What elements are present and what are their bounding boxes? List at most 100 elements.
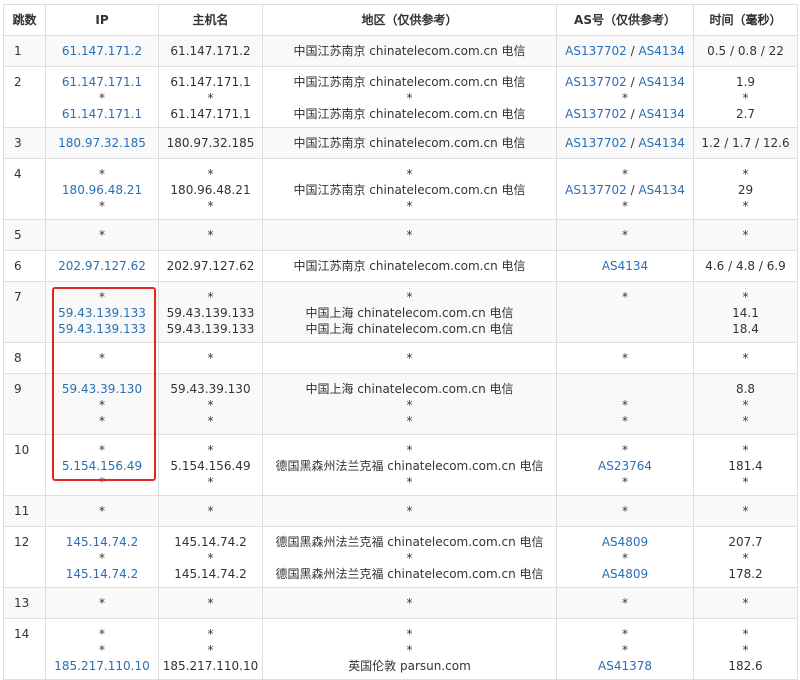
hostname-text: 59.43.139.133 <box>166 322 255 336</box>
ip-link[interactable]: 5.154.156.49 <box>46 458 158 474</box>
hostname-cell: 61.147.171.1 * 61.147.171.1 <box>158 66 263 128</box>
as-text: * <box>622 627 628 641</box>
ip-link[interactable]: 202.97.127.62 <box>46 258 158 274</box>
region-text: 英国伦敦 parsun.com <box>348 659 471 673</box>
latency-text: * <box>742 475 749 489</box>
hostname-cell: 180.97.32.185 <box>158 127 263 159</box>
ip-link[interactable]: 59.43.139.133 <box>46 321 158 337</box>
region-text: * <box>406 627 413 641</box>
hostname-cell: * <box>158 342 263 374</box>
ip-text: * <box>99 643 105 657</box>
region-text: 中国上海 chinatelecom.com.cn 电信 <box>305 382 514 396</box>
ip-cell: * <box>45 495 159 527</box>
as-cell: * <box>556 281 694 343</box>
hostname-cell: * <box>158 219 263 251</box>
as-number-link[interactable]: AS4134 <box>638 107 684 121</box>
as-number-link[interactable]: AS4809 <box>602 567 648 581</box>
latency-cell: * <box>693 495 798 527</box>
ip-link[interactable]: 61.147.171.1 <box>46 106 158 122</box>
as-text: * <box>622 596 628 610</box>
as-text: / <box>626 75 639 89</box>
header-region: 地区（仅供参考） <box>262 4 557 36</box>
latency-cell: 4.6 / 4.8 / 6.9 <box>693 250 798 282</box>
latency-text: * <box>742 290 749 304</box>
region-cell: 中国江苏南京 chinatelecom.com.cn 电信 <box>262 250 557 282</box>
as-number-link[interactable]: AS4809 <box>602 535 648 549</box>
ip-link[interactable]: 145.14.74.2 <box>46 566 158 582</box>
latency-text: 1.2 / 1.7 / 12.6 <box>701 136 790 150</box>
latency-text: 2.7 <box>735 107 756 121</box>
ip-link[interactable]: 180.96.48.21 <box>46 182 158 198</box>
ip-link[interactable]: 61.147.171.1 <box>46 74 158 90</box>
as-number-link[interactable]: AS41378 <box>598 659 652 673</box>
hostname-text: * <box>207 167 214 181</box>
latency-text: * <box>742 504 749 518</box>
ip-cell: 180.97.32.185 <box>45 127 159 159</box>
hop-cell: 5 <box>3 219 46 251</box>
as-cell: AS4134 <box>556 250 694 282</box>
region-text: * <box>406 290 413 304</box>
as-number-link[interactable]: AS23764 <box>598 459 652 473</box>
ip-cell: * <box>45 587 159 619</box>
ip-link[interactable]: 59.43.139.133 <box>46 305 158 321</box>
as-number-link[interactable]: AS137702 <box>565 75 627 89</box>
hop-cell: 9 <box>3 373 46 435</box>
as-line <box>557 321 693 337</box>
region-cell: * <box>262 342 557 374</box>
latency-text: 8.8 <box>735 382 756 396</box>
as-number-link[interactable]: AS137702 <box>565 44 627 58</box>
ip-link[interactable]: 59.43.39.130 <box>46 381 158 397</box>
region-text: 德国黑森州法兰克福 chinatelecom.com.cn 电信 <box>275 459 544 473</box>
ip-link[interactable]: 180.97.32.185 <box>46 135 158 151</box>
region-cell: 中国江苏南京 chinatelecom.com.cn 电信 <box>262 127 557 159</box>
as-cell: * * AS41378 <box>556 618 694 680</box>
as-number-link[interactable]: AS4134 <box>602 259 648 273</box>
hostname-text: * <box>207 91 214 105</box>
region-cell: * <box>262 495 557 527</box>
hostname-text: 59.43.139.133 <box>166 306 255 320</box>
as-number-link[interactable]: AS137702 <box>565 183 627 197</box>
as-number-link[interactable]: AS4134 <box>638 136 684 150</box>
as-text: / <box>626 107 639 121</box>
ip-link[interactable]: 61.147.171.2 <box>46 43 158 59</box>
table-row: 3 180.97.32.185 180.97.32.185 中国江苏南京 chinat… <box>3 127 798 159</box>
as-line: * <box>557 90 693 106</box>
region-text: 中国江苏南京 chinatelecom.com.cn 电信 <box>293 136 526 150</box>
as-text: * <box>622 643 628 657</box>
latency-cell: 1.2 / 1.7 / 12.6 <box>693 127 798 159</box>
ip-cell: 202.97.127.62 <box>45 250 159 282</box>
ip-cell: 145.14.74.2 * 145.14.74.2 <box>45 526 159 588</box>
as-cell: * <box>556 219 694 251</box>
as-number-link[interactable]: AS4134 <box>638 44 684 58</box>
ip-link[interactable]: 185.217.110.10 <box>46 658 158 674</box>
hostname-text: * <box>207 643 214 657</box>
as-number-link[interactable]: AS137702 <box>565 136 627 150</box>
table-row: 10 * 5.154.156.49 * * 5.154.156.49 * * 德国黑森州法兰克福… <box>3 434 798 496</box>
latency-cell: * * 182.6 <box>693 618 798 680</box>
latency-text: * <box>742 199 749 213</box>
as-text: * <box>622 199 628 213</box>
table-header-row: 跳数 IP 主机名 地区（仅供参考） AS号（仅供参考） 时间（毫秒） <box>3 4 798 36</box>
ip-cell: * 59.43.139.133 59.43.139.133 <box>45 281 159 343</box>
as-text: * <box>622 443 628 457</box>
as-number-link[interactable]: AS137702 <box>565 107 627 121</box>
as-cell: * <box>556 342 694 374</box>
as-number-link[interactable]: AS4134 <box>638 183 684 197</box>
hostname-text: 61.147.171.1 <box>170 75 251 89</box>
ip-text: * <box>99 504 105 518</box>
table-row: 8 * * * * * <box>3 342 798 374</box>
latency-text: * <box>742 551 749 565</box>
hop-number: 12 <box>14 535 30 549</box>
as-line: AS23764 <box>557 458 693 474</box>
as-text: * <box>622 475 628 489</box>
as-text: / <box>626 136 639 150</box>
hop-cell: 3 <box>3 127 46 159</box>
as-line: * <box>557 289 693 305</box>
as-number-link[interactable]: AS4134 <box>638 75 684 89</box>
ip-cell: 61.147.171.2 <box>45 35 159 67</box>
as-cell: AS137702 / AS4134 <box>556 35 694 67</box>
latency-cell: 1.9 * 2.7 <box>693 66 798 128</box>
region-cell: * 德国黑森州法兰克福 chinatelecom.com.cn 电信 * <box>262 434 557 496</box>
ip-link[interactable]: 145.14.74.2 <box>46 534 158 550</box>
ip-text: * <box>99 290 105 304</box>
